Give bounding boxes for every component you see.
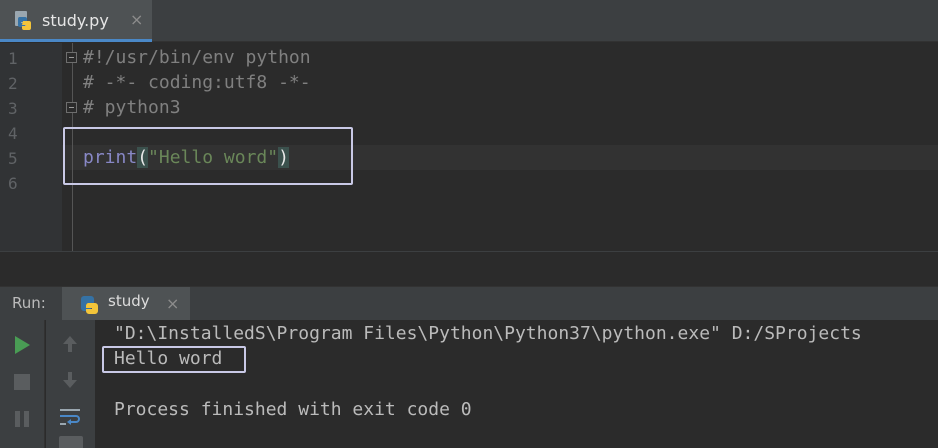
pause-button[interactable]	[9, 406, 35, 432]
line-number: 2	[8, 74, 18, 93]
stop-icon	[14, 374, 30, 390]
scroll-down-button[interactable]	[57, 367, 83, 393]
play-icon	[15, 336, 30, 354]
line-number: 3	[8, 99, 18, 118]
run-toolbar	[0, 320, 45, 448]
pause-icon	[15, 411, 29, 427]
output-annotation-box	[102, 346, 246, 373]
tab-study-py[interactable]: study.py ×	[0, 0, 152, 42]
stop-button[interactable]	[9, 369, 35, 395]
run-tab-study[interactable]: study ×	[62, 287, 190, 321]
scroll-up-button[interactable]	[57, 331, 83, 357]
fold-toggle-icon[interactable]	[66, 52, 77, 63]
fold-toggle-icon[interactable]	[66, 102, 77, 113]
editor-footer	[0, 251, 938, 286]
run-label: Run:	[12, 294, 46, 312]
rerun-button[interactable]	[9, 332, 35, 358]
line-number: 1	[8, 49, 18, 68]
line-number: 5	[8, 149, 18, 168]
code-line-3: # python3	[83, 97, 181, 118]
line-number-gutter: 1 2 3 4 5 6	[0, 43, 62, 251]
code-line-2: # -*- coding:utf8 -*-	[83, 72, 311, 93]
code-annotation-box	[63, 127, 353, 185]
close-icon[interactable]: ×	[166, 294, 179, 313]
python-icon	[81, 296, 98, 314]
tab-title: study.py	[42, 11, 109, 30]
line-number: 4	[8, 124, 18, 143]
console-command: "D:\InstalledS\Program Files\Python\Pyth…	[114, 323, 862, 344]
run-panel-body: "D:\InstalledS\Program Files\Python\Pyth…	[0, 320, 938, 448]
scroll-to-end-button[interactable]	[59, 436, 83, 448]
console-exit-message: Process finished with exit code 0	[114, 399, 472, 420]
soft-wrap-button[interactable]	[57, 404, 83, 430]
editor-tab-bar: study.py ×	[0, 0, 938, 42]
line-number: 6	[8, 174, 18, 193]
run-tab-title: study	[108, 292, 150, 310]
close-icon[interactable]: ×	[130, 10, 143, 29]
console-toolbar	[46, 320, 96, 448]
run-panel-header: Run: study ×	[0, 286, 938, 321]
code-editor[interactable]: 1 2 3 4 5 6 #!/usr/bin/env python # -*- …	[0, 43, 938, 251]
arrow-up-icon	[63, 336, 77, 352]
soft-wrap-icon	[60, 409, 80, 425]
code-line-1: #!/usr/bin/env python	[83, 47, 311, 68]
python-file-icon	[15, 11, 31, 30]
arrow-down-icon	[63, 372, 77, 388]
